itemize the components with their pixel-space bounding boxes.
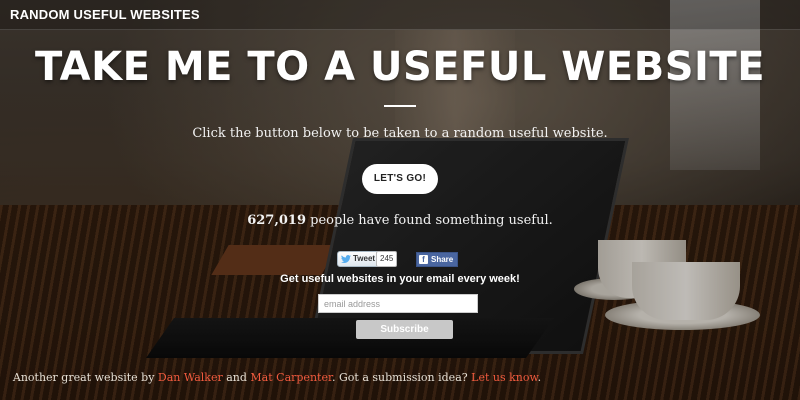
email-field[interactable] [318,294,478,313]
author-link-dan-walker[interactable]: Dan Walker [158,371,223,384]
title-divider [384,105,416,107]
footer-prefix: Another great website by [12,371,158,384]
page-title: TAKE ME TO A USEFUL WEBSITE [34,44,766,90]
tweet-label: Tweet [353,254,376,263]
share-label: Share [431,255,454,264]
visitor-count-text: people have found something useful. [306,213,553,228]
footer-text: Another great website by Dan Walker and … [0,371,554,384]
subtitle: Click the button below to be taken to a … [192,126,608,141]
tweet-count: 245 [376,251,398,267]
subscribe-button[interactable]: Subscribe [356,320,453,339]
visitor-count: 627,019 [247,213,307,228]
contact-link[interactable]: Let us know [471,371,537,384]
footer-end: . [537,371,542,384]
top-bar: RANDOM USEFUL WEBSITES [0,0,800,30]
visitor-counter: 627,019 people have found something usef… [0,213,800,228]
newsletter-label: Get useful websites in your email every … [280,273,520,285]
author-link-mat-carpenter[interactable]: Mat Carpenter [250,371,332,384]
facebook-share-button[interactable]: f Share [416,252,459,267]
tweet-button[interactable]: Tweet [337,251,381,267]
footer-and: and [222,371,251,384]
facebook-icon: f [419,255,428,264]
twitter-bird-icon [341,255,351,263]
lets-go-button[interactable]: LET'S GO! [362,164,438,194]
footer-mid: . Got a submission idea? [332,371,472,384]
site-logo[interactable]: RANDOM USEFUL WEBSITES [10,7,200,22]
